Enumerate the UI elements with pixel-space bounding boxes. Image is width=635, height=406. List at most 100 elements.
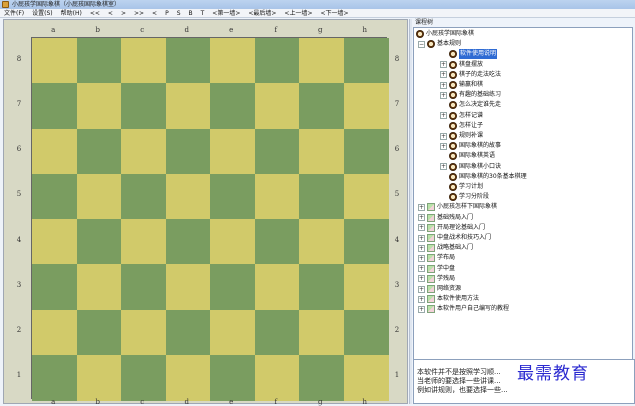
tree-node[interactable]: + 中盘战术和技巧入门 — [418, 233, 491, 243]
board-square-e1[interactable] — [210, 354, 255, 401]
menu-item[interactable]: <上一墙> — [280, 9, 316, 17]
board-square-c8[interactable] — [121, 38, 166, 84]
chessboard[interactable] — [31, 37, 389, 401]
board-square-d7[interactable] — [165, 83, 211, 130]
expand-icon[interactable]: + — [418, 244, 425, 252]
tree-node[interactable]: 软件使用说明 — [440, 49, 498, 60]
board-square-h1[interactable] — [343, 354, 389, 401]
menu-item[interactable]: <第一墙> — [208, 9, 244, 17]
expand-icon[interactable]: + — [418, 224, 425, 232]
board-square-e7[interactable] — [210, 83, 255, 130]
board-square-f2[interactable] — [254, 309, 300, 356]
menu-item[interactable]: 设置(S) — [28, 9, 57, 17]
tree-node[interactable]: 国际象棋英语 — [440, 151, 495, 161]
menu-item[interactable]: <下一墙> — [316, 9, 352, 17]
board-square-b8[interactable] — [76, 38, 122, 84]
tree-node[interactable]: + 输赢和棋 — [440, 80, 483, 90]
expand-icon[interactable]: + — [418, 305, 425, 313]
tree-node[interactable]: + 怎样记谱 — [440, 111, 483, 121]
board-square-f6[interactable] — [254, 128, 300, 175]
tree-node[interactable]: + 本软件用户自己编写的教程 — [418, 304, 509, 314]
board-square-h3[interactable] — [343, 264, 389, 311]
expand-icon[interactable]: + — [440, 71, 447, 79]
board-square-c4[interactable] — [121, 219, 166, 265]
board-square-h6[interactable] — [343, 128, 389, 175]
board-square-b1[interactable] — [76, 354, 122, 401]
tree-node[interactable]: 国际象棋的30条基本棋理 — [440, 172, 527, 182]
menu-item[interactable]: 帮助(H) — [57, 9, 86, 17]
board-square-d3[interactable] — [165, 264, 211, 311]
tree-node[interactable]: + 规则补课 — [440, 131, 483, 141]
menu-item[interactable]: B — [185, 9, 197, 17]
board-square-a1[interactable] — [32, 354, 77, 401]
board-square-d1[interactable] — [165, 354, 211, 401]
board-square-f4[interactable] — [254, 219, 300, 265]
menu-item[interactable]: >> — [130, 9, 148, 17]
board-square-b3[interactable] — [76, 264, 122, 311]
board-square-e6[interactable] — [210, 128, 255, 175]
board-square-c2[interactable] — [121, 309, 166, 356]
board-square-c5[interactable] — [121, 173, 166, 220]
expand-icon[interactable]: + — [418, 254, 425, 262]
board-square-f1[interactable] — [254, 354, 300, 401]
board-square-a7[interactable] — [32, 83, 77, 130]
board-square-f5[interactable] — [254, 173, 300, 220]
tree-node[interactable]: + 网络资源 — [418, 284, 461, 294]
board-square-g1[interactable] — [299, 354, 344, 401]
board-square-e2[interactable] — [210, 309, 255, 356]
tree-node[interactable]: + 棋盘摆放 — [440, 60, 483, 70]
board-square-h5[interactable] — [343, 173, 389, 220]
board-square-a2[interactable] — [32, 309, 77, 356]
tree-node[interactable]: 怎样让子 — [440, 121, 483, 131]
menu-item[interactable]: > — [117, 9, 130, 17]
board-square-h7[interactable] — [343, 83, 389, 130]
board-square-a3[interactable] — [32, 264, 77, 311]
board-square-h2[interactable] — [343, 309, 389, 356]
board-square-b5[interactable] — [76, 173, 122, 220]
board-square-e5[interactable] — [210, 173, 255, 220]
tree-node[interactable]: 学习计划 — [440, 182, 483, 192]
board-square-b2[interactable] — [76, 309, 122, 356]
menu-item[interactable]: T — [197, 9, 209, 17]
tree-node[interactable]: + 战略基础入门 — [418, 243, 473, 253]
expand-icon[interactable]: + — [440, 61, 447, 69]
expand-icon[interactable]: + — [418, 265, 425, 273]
menu-item[interactable]: P — [161, 9, 173, 17]
course-tree[interactable]: 小屁孩学国际象棋 − 基本规则 软件使用说明 + 棋盘摆放 + 棋子的走法吃法 + 输赢和棋 + 有趣… — [413, 27, 633, 364]
board-square-f3[interactable] — [254, 264, 300, 311]
board-square-f7[interactable] — [254, 83, 300, 130]
board-square-g3[interactable] — [299, 264, 344, 311]
expand-icon[interactable]: + — [418, 275, 425, 283]
board-square-c1[interactable] — [121, 354, 166, 401]
tree-node[interactable]: + 棋子的走法吃法 — [440, 70, 501, 80]
expand-icon[interactable]: + — [418, 285, 425, 293]
board-square-b6[interactable] — [76, 128, 122, 175]
board-square-c7[interactable] — [121, 83, 166, 130]
board-square-c6[interactable] — [121, 128, 166, 175]
expand-icon[interactable]: + — [440, 81, 447, 89]
expand-icon[interactable]: + — [440, 163, 447, 171]
board-square-e8[interactable] — [210, 38, 255, 84]
expand-icon[interactable]: + — [440, 112, 447, 120]
board-square-d2[interactable] — [165, 309, 211, 356]
menu-item[interactable]: << — [86, 9, 104, 17]
board-square-a8[interactable] — [32, 38, 77, 84]
menu-item[interactable]: 文件(F) — [0, 9, 28, 17]
tree-node[interactable]: + 国际象棋的故事 — [440, 141, 501, 151]
board-square-a6[interactable] — [32, 128, 77, 175]
board-square-e4[interactable] — [210, 219, 255, 265]
tree-node[interactable]: + 开局理论基础入门 — [418, 223, 485, 233]
board-square-g7[interactable] — [299, 83, 344, 130]
menu-item[interactable]: < — [148, 9, 161, 17]
tree-node[interactable]: − 基本规则 — [418, 39, 461, 49]
board-square-d5[interactable] — [165, 173, 211, 220]
menu-item[interactable]: < — [104, 9, 117, 17]
board-square-d8[interactable] — [165, 38, 211, 84]
tree-node[interactable]: 学习分阶段 — [440, 192, 489, 202]
tree-node[interactable]: + 国际象棋小口诀 — [440, 162, 501, 172]
board-square-h8[interactable] — [343, 38, 389, 84]
expand-icon[interactable]: + — [418, 214, 425, 222]
tree-node[interactable]: + 基础残局入门 — [418, 213, 473, 223]
tree-node[interactable]: + 小屁孩怎样下国际象棋 — [418, 202, 497, 212]
board-square-g2[interactable] — [299, 309, 344, 356]
